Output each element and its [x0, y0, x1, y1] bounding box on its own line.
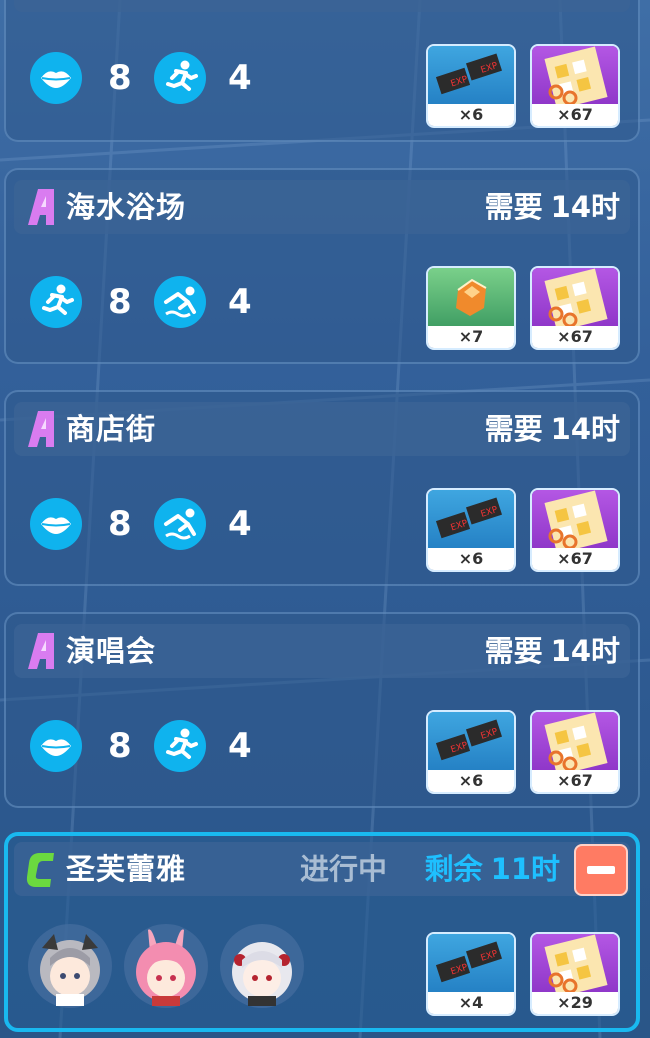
- card-title: 圣芙蕾雅: [66, 852, 187, 886]
- time-required: 需要 14时: [485, 410, 620, 448]
- cancel-mission-button[interactable]: [574, 844, 628, 896]
- need-value: 14时: [550, 634, 620, 668]
- exp-chip-icon: EXP EXP: [428, 46, 514, 106]
- avatar: [28, 924, 112, 1008]
- status-label: 进行中: [300, 852, 388, 886]
- requirement-count: 8: [108, 726, 132, 766]
- exp-chip-icon: EXP EXP: [428, 490, 514, 550]
- need-value: 14时: [550, 412, 620, 446]
- mission-card[interactable]: 海水浴场 需要 14时 8 4 ×7 ×67: [4, 168, 640, 364]
- card-title: 演唱会: [66, 634, 157, 668]
- reward-count: ×67: [532, 770, 618, 792]
- card-header: 海水浴场 需要 14时: [14, 180, 630, 234]
- requirement-count: 8: [108, 282, 132, 322]
- reward-count: ×29: [532, 992, 618, 1014]
- point-card-icon: [532, 712, 618, 776]
- reward-count: ×6: [428, 770, 514, 792]
- reward-count: ×7: [428, 326, 514, 348]
- swimming-icon: [154, 276, 206, 328]
- mission-card[interactable]: 商店街 需要 14时 8 4 EXP EXP ×6 ×67: [4, 390, 640, 586]
- exp-chip-icon: EXP EXP: [428, 934, 514, 994]
- exp-chip-icon: EXP EXP: [428, 712, 514, 772]
- reward-item[interactable]: EXP EXP ×6: [426, 710, 516, 794]
- avatar: [220, 924, 304, 1008]
- reward-item[interactable]: EXP EXP ×6: [426, 488, 516, 572]
- reward-count: ×6: [428, 104, 514, 126]
- point-card-icon: [532, 268, 618, 332]
- active-mission-card[interactable]: 圣芙蕾雅 进行中 剩余 11时 EXP EXP ×4 ×29: [4, 832, 640, 1032]
- point-card-icon: [532, 490, 618, 554]
- requirement-count: 4: [228, 504, 252, 544]
- avatar: [124, 924, 208, 1008]
- point-card-icon: [532, 46, 618, 110]
- need-label: 需要: [484, 634, 543, 668]
- reward-item[interactable]: EXP EXP ×6: [426, 44, 516, 128]
- reward-item[interactable]: ×67: [530, 44, 620, 128]
- rank-a-icon: [28, 189, 54, 225]
- reward-item[interactable]: ×7: [426, 266, 516, 350]
- lips-icon: [30, 52, 82, 104]
- reward-count: ×4: [428, 992, 514, 1014]
- card-header: [14, 0, 630, 12]
- point-card-icon: [532, 934, 618, 998]
- mission-card[interactable]: 8 4 EXP EXP ×6 ×67: [4, 0, 640, 142]
- requirement-count: 4: [228, 282, 252, 322]
- card-header: 商店街 需要 14时: [14, 402, 630, 456]
- reward-count: ×67: [532, 104, 618, 126]
- reward-item[interactable]: ×29: [530, 932, 620, 1016]
- reward-item[interactable]: ×67: [530, 266, 620, 350]
- swimming-icon: [154, 498, 206, 550]
- rank-c-icon: [26, 853, 54, 887]
- requirement-count: 4: [228, 58, 252, 98]
- reward-count: ×67: [532, 548, 618, 570]
- time-required: 需要 14时: [485, 632, 620, 670]
- running-icon: [154, 52, 206, 104]
- rank-a-icon: [28, 633, 54, 669]
- rank-a-icon: [28, 411, 54, 447]
- time-remaining: 剩余 11时: [425, 850, 560, 888]
- crystal-icon: [428, 268, 514, 328]
- mission-card[interactable]: 演唱会 需要 14时 8 4 EXP EXP ×6 ×67: [4, 612, 640, 808]
- remain-label: 剩余: [424, 852, 483, 886]
- requirement-count: 8: [108, 504, 132, 544]
- need-label: 需要: [484, 412, 543, 446]
- running-icon: [154, 720, 206, 772]
- time-required: 需要 14时: [485, 188, 620, 226]
- reward-item[interactable]: ×67: [530, 488, 620, 572]
- running-icon: [30, 276, 82, 328]
- card-header: 圣芙蕾雅 进行中 剩余 11时: [14, 842, 630, 896]
- requirement-count: 8: [108, 58, 132, 98]
- reward-count: ×6: [428, 548, 514, 570]
- remain-value: 11时: [490, 852, 560, 886]
- card-header: 演唱会 需要 14时: [14, 624, 630, 678]
- reward-item[interactable]: EXP EXP ×4: [426, 932, 516, 1016]
- card-title: 商店街: [66, 412, 157, 446]
- reward-item[interactable]: ×67: [530, 710, 620, 794]
- reward-count: ×67: [532, 326, 618, 348]
- need-label: 需要: [484, 190, 543, 224]
- lips-icon: [30, 720, 82, 772]
- card-title: 海水浴场: [66, 190, 187, 224]
- requirement-count: 4: [228, 726, 252, 766]
- need-value: 14时: [550, 190, 620, 224]
- lips-icon: [30, 498, 82, 550]
